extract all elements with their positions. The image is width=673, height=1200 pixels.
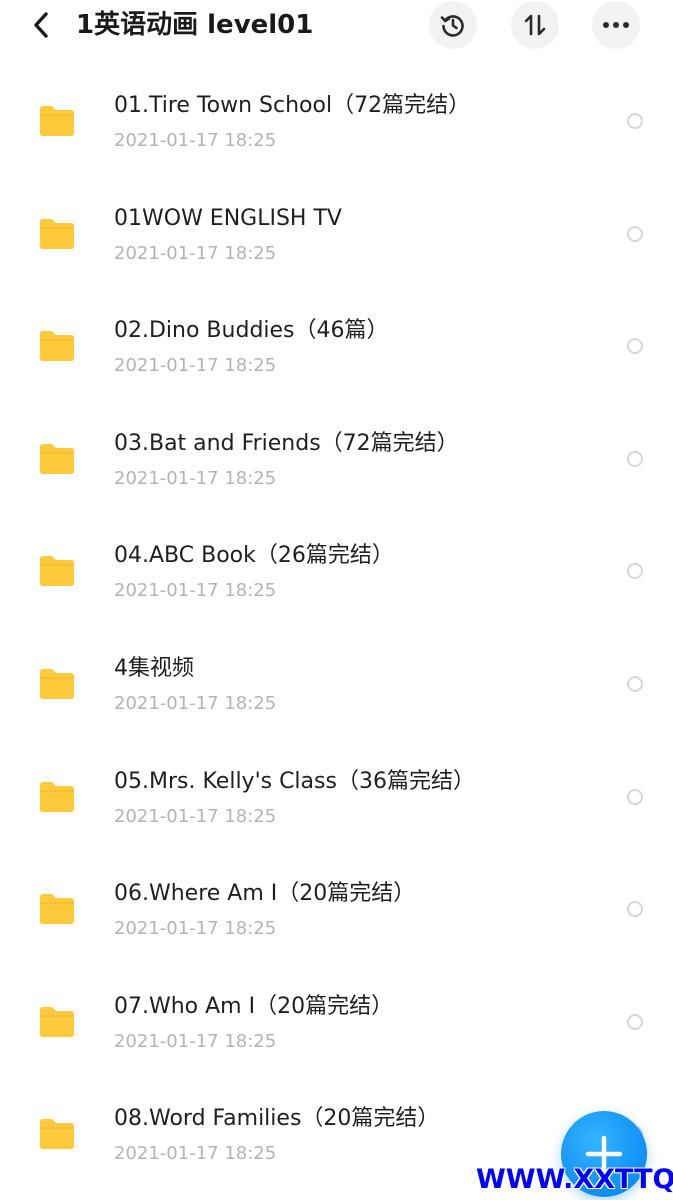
list-item[interactable]: 07.Who Am I（20篇完结） 2021-01-17 18:25	[0, 953, 673, 1065]
folder-icon	[40, 444, 74, 474]
file-date: 2021-01-17 18:25	[114, 580, 277, 601]
file-name: 06.Where Am I（20篇完结）	[114, 881, 416, 906]
file-name: 08.Word Families（20篇完结）	[114, 1106, 440, 1131]
list-item[interactable]: 01WOW ENGLISH TV 2021-01-17 18:25	[0, 165, 673, 277]
folder-icon	[40, 1119, 74, 1149]
file-date: 2021-01-17 18:25	[114, 1031, 277, 1052]
file-name: 05.Mrs. Kelly's Class（36篇完结）	[114, 769, 475, 794]
select-radio[interactable]	[627, 226, 643, 242]
select-radio[interactable]	[627, 338, 643, 354]
select-radio[interactable]	[627, 563, 643, 579]
file-date: 2021-01-17 18:25	[114, 243, 277, 264]
folder-icon	[40, 894, 74, 924]
file-date: 2021-01-17 18:25	[114, 468, 277, 489]
folder-icon	[40, 219, 74, 249]
file-date: 2021-01-17 18:25	[114, 130, 277, 151]
sort-icon	[524, 14, 546, 36]
page-title: 1英语动画 level01	[76, 10, 314, 40]
list-item[interactable]: 05.Mrs. Kelly's Class（36篇完结） 2021-01-17 …	[0, 728, 673, 840]
file-date: 2021-01-17 18:25	[114, 806, 277, 827]
sort-button[interactable]	[511, 1, 559, 49]
select-radio[interactable]	[627, 789, 643, 805]
list-item[interactable]: 04.ABC Book（26篇完结） 2021-01-17 18:25	[0, 502, 673, 614]
file-name: 07.Who Am I（20篇完结）	[114, 994, 394, 1019]
list-item[interactable]: 02.Dino Buddies（46篇） 2021-01-17 18:25	[0, 277, 673, 389]
file-name: 4集视频	[114, 656, 194, 681]
history-icon	[440, 15, 464, 37]
list-item[interactable]: 06.Where Am I（20篇完结） 2021-01-17 18:25	[0, 840, 673, 952]
select-radio[interactable]	[627, 113, 643, 129]
list-item[interactable]: 03.Bat and Friends（72篇完结） 2021-01-17 18:…	[0, 390, 673, 502]
file-name: 01.Tire Town School（72篇完结）	[114, 93, 471, 118]
file-date: 2021-01-17 18:25	[114, 1143, 277, 1164]
file-name: 03.Bat and Friends（72篇完结）	[114, 431, 459, 456]
folder-icon	[40, 782, 74, 812]
file-name: 04.ABC Book（26篇完结）	[114, 543, 394, 568]
top-bar: 1英语动画 level01	[0, 0, 673, 52]
select-radio[interactable]	[627, 451, 643, 467]
select-radio[interactable]	[627, 1014, 643, 1030]
select-radio[interactable]	[627, 676, 643, 692]
folder-icon	[40, 669, 74, 699]
chevron-left-icon	[34, 12, 48, 38]
select-radio[interactable]	[627, 901, 643, 917]
folder-icon	[40, 106, 74, 136]
file-date: 2021-01-17 18:25	[114, 355, 277, 376]
back-button[interactable]	[26, 8, 56, 42]
more-button[interactable]	[592, 1, 640, 49]
list-item[interactable]: 01.Tire Town School（72篇完结） 2021-01-17 18…	[0, 52, 673, 164]
file-date: 2021-01-17 18:25	[114, 693, 277, 714]
folder-icon	[40, 331, 74, 361]
file-name: 02.Dino Buddies（46篇）	[114, 318, 389, 343]
file-name: 01WOW ENGLISH TV	[114, 206, 342, 231]
folder-icon	[40, 556, 74, 586]
folder-icon	[40, 1007, 74, 1037]
more-horizontal-icon	[603, 22, 629, 28]
watermark: WWW.XXTTQ.COM	[476, 1164, 673, 1195]
file-date: 2021-01-17 18:25	[114, 918, 277, 939]
list-item[interactable]: 4集视频 2021-01-17 18:25	[0, 615, 673, 727]
file-browser-page: 1英语动画 level01 01.Tire Town School（72篇完结）…	[0, 0, 673, 1200]
history-button[interactable]	[429, 1, 477, 49]
